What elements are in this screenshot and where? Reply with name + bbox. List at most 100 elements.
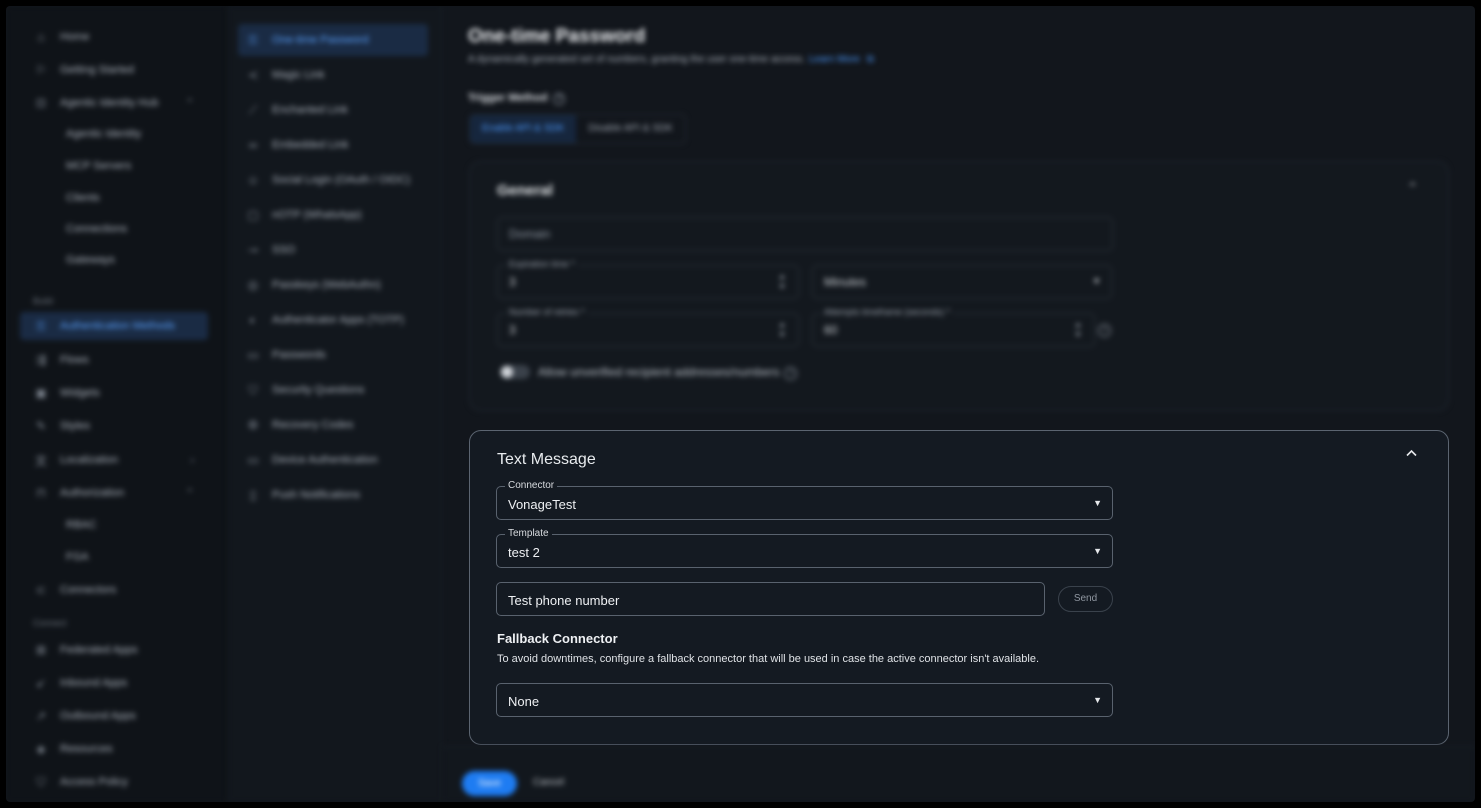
share-icon: ≺ [247,68,259,82]
method-item-whatsapp[interactable]: ▢ nOTP (WhatsApp) [238,199,428,231]
sidebar-item-agentic-identity-hub[interactable]: ⊡ Agentic Identity Hub ⌃ [20,89,208,117]
external-link-icon: ⧉ [864,54,874,65]
widget-icon: ▣ [35,386,47,400]
app-window: ⌂ Home ⚐ Getting Started ⊡ Agentic Identity… [6,6,1475,802]
hub-icon: ⊡ [35,96,47,110]
sidebar-item-localization[interactable]: 文 Localization › [20,446,208,474]
sidebar-item-flows[interactable]: ⇶ Flows [20,346,208,374]
method-item-push[interactable]: ▯ Push Notifications [238,479,428,511]
sidebar-item-connections[interactable]: Connections [20,215,208,243]
method-item-otp[interactable]: ⚿ One-time Password [238,24,428,56]
fallback-connector-title: Fallback Connector [497,631,618,646]
cancel-button[interactable]: Cancel [533,777,564,788]
plug-icon: ⊂ [35,583,47,597]
test-phone-number-input[interactable]: Test phone number [496,582,1045,616]
general-card: General ⌃ Domain Expiration time * 3 ▲ ▼ Mi… [469,161,1449,411]
sso-key-icon: ⊸ [247,243,259,257]
password-icon: ▭ [247,348,259,362]
auth-methods-list: ⚿ One-time Password ≺ Magic Link ⟋ Enchante… [228,6,442,802]
method-item-recovery-codes[interactable]: ⚙ Recovery Codes [238,409,428,441]
chevron-up-icon[interactable] [1405,447,1418,463]
phone-icon: ▯ [249,488,257,502]
sidebar-item-clients[interactable]: Clients [20,184,208,212]
general-title: General [497,182,553,199]
time-unit-select[interactable]: Minutes ▼ [812,265,1112,299]
monitor-icon: ▭ [247,453,259,467]
section-label-connect: Connect [33,618,67,628]
sidebar-item-authorization[interactable]: ⊓ Authorization ⌃ [20,479,208,507]
stepper-icon[interactable]: ▲ ▼ [778,272,786,292]
flow-icon: ⇶ [35,353,47,367]
sidebar-item-resources[interactable]: ◈ Resources [20,735,208,763]
recovery-icon: ⚙ [247,418,259,432]
method-item-magic-link[interactable]: ≺ Magic Link [238,59,428,91]
sidebar-item-widgets[interactable]: ▣ Widgets [20,379,208,407]
number-of-retries-input[interactable]: Number of retries * 3 ▲ ▼ [497,307,799,347]
key-icon: ⚿ [36,318,46,333]
home-icon: ⌂ [37,30,45,44]
link-icon: ∞ [248,138,258,152]
chevron-up-icon: ⌃ [185,487,194,499]
translate-icon: 文 [34,453,47,468]
sidebar-item-connectors[interactable]: ⊂ Connectors [20,576,208,604]
sidebar-item-fga[interactable]: FGA [20,543,208,571]
fallback-connector-select[interactable]: None ▼ [496,683,1113,717]
footer-bar: Save Cancel [443,746,1475,802]
sidebar-item-authentication-methods[interactable]: ⚿ Authentication Methods [20,312,208,340]
save-button[interactable]: Save [462,771,517,796]
outbound-icon: ↗ [35,709,47,723]
method-item-embedded-link[interactable]: ∞ Embedded Link [238,129,428,161]
dropdown-arrow-icon: ▼ [1093,695,1102,705]
method-item-security-questions[interactable]: ⛉ Security Questions [238,374,428,406]
expiration-time-input[interactable]: Expiration time * 3 ▲ ▼ [497,259,799,299]
sidebar-item-getting-started[interactable]: ⚐ Getting Started [20,56,208,84]
help-icon[interactable]: ? [553,93,566,105]
help-icon[interactable]: ? [784,367,798,380]
sidebar-item-gateways[interactable]: Gateways [20,246,208,274]
flag-icon: ⚐ [35,63,47,77]
method-item-device-auth[interactable]: ▭ Device Authentication [238,444,428,476]
method-item-social-login[interactable]: ☺ Social Login (OAuth / OIDC) [238,164,428,196]
learn-more-link[interactable]: Learn More [809,54,860,65]
main-sidebar: ⌂ Home ⚐ Getting Started ⊡ Agentic Identity… [6,6,228,802]
attempts-timeframe-input[interactable]: Attempts timeframe (seconds) * 60 ▲ ▼ [812,307,1095,347]
sidebar-item-federated-apps[interactable]: ⊞ Federated Apps [20,636,208,664]
stepper-icon[interactable]: ▲ ▼ [778,320,786,340]
sidebar-item-rbac[interactable]: RBAC [20,511,208,539]
allow-unverified-label: Allow unverified recipient addresses/num… [538,365,798,380]
otp-icon: ⚿ [248,32,258,47]
sidebar-item-access-policy[interactable]: ⛉ Access Policy [20,768,208,796]
template-select[interactable]: Template test 2 ▼ [496,528,1113,568]
wand-icon: ⟋ [248,102,258,117]
connector-select[interactable]: Connector VonageTest ▼ [496,480,1113,520]
sidebar-item-agentic-identity[interactable]: Agentic Identity [20,120,208,148]
domain-input[interactable]: Domain [497,217,1113,251]
method-item-totp[interactable]: ◐ Authenticator Apps (TOTP) [238,304,428,336]
sidebar-item-outbound-apps[interactable]: ↗ Outbound Apps [20,702,208,730]
disable-api-sdk-option[interactable]: Disable API & SDK [576,115,684,143]
sidebar-item-mcp-servers[interactable]: MCP Servers [20,152,208,180]
sidebar-item-inbound-apps[interactable]: ↙ Inbound Apps [20,669,208,697]
enable-api-sdk-option[interactable]: Enable API & SDK [470,115,577,143]
dropdown-arrow-icon: ▼ [1093,498,1102,508]
help-icon[interactable]: ? [1098,324,1111,337]
authenticator-icon: ◐ [249,313,257,327]
shield-icon: ⛉ [248,382,258,397]
fallback-connector-description: To avoid downtimes, configure a fallback… [497,653,1040,665]
method-item-enchanted-link[interactable]: ⟋ Enchanted Link [238,94,428,126]
method-item-passwords[interactable]: ▭ Passwords [238,339,428,371]
method-item-passkeys[interactable]: ◎ Passkeys (WebAuthn) [238,269,428,301]
method-item-sso[interactable]: ⊸ SSO [238,234,428,266]
sidebar-item-home[interactable]: ⌂ Home [20,23,208,51]
dropdown-arrow-icon: ▼ [1093,546,1102,556]
allow-unverified-toggle[interactable] [500,365,530,379]
trigger-method-toggle: Enable API & SDK Disable API & SDK [469,114,686,144]
chevron-up-icon[interactable]: ⌃ [1407,180,1418,196]
sidebar-item-styles[interactable]: ✎ Styles [20,412,208,440]
stepper-icon[interactable]: ▲ ▼ [1074,320,1082,340]
send-button[interactable]: Send [1058,586,1113,612]
inbound-icon: ↙ [35,676,47,690]
main-content: One-time Password A dynamically generate… [443,6,1475,802]
chevron-right-icon: › [190,454,194,466]
chat-icon: ▢ [247,208,259,222]
